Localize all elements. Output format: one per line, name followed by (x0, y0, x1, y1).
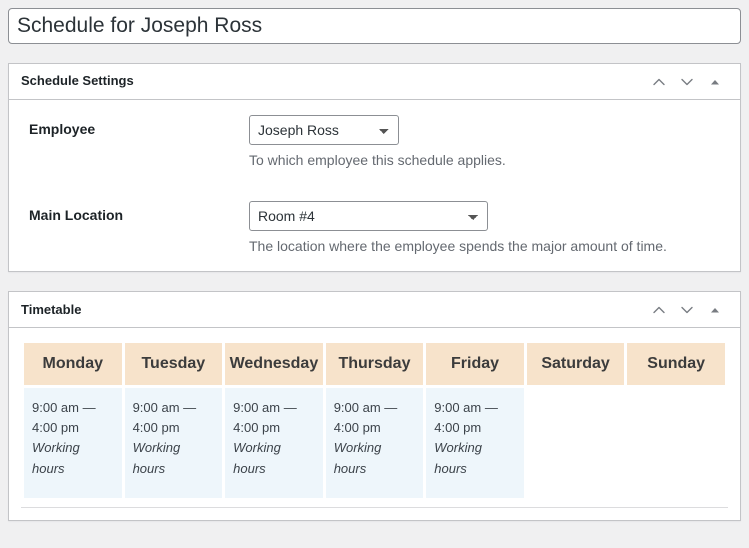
employee-select[interactable]: Joseph Ross (249, 115, 399, 145)
toggle-panel-icon[interactable] (702, 295, 728, 325)
schedule-settings-body: Employee Joseph Ross To which employee t… (9, 100, 740, 271)
timetable-col-saturday: Saturday (526, 343, 625, 386)
timetable-row: 9:00 am — 4:00 pm Working hours 9:00 am … (24, 388, 725, 499)
timetable-handle-actions (646, 295, 728, 325)
timetable-cell-friday[interactable]: 9:00 am — 4:00 pm Working hours (426, 388, 524, 499)
shift-label: Working hours (434, 440, 482, 476)
timetable-cell-thursday[interactable]: 9:00 am — 4:00 pm Working hours (325, 388, 424, 499)
shift-time: 9:00 am — 4:00 pm (32, 400, 96, 436)
shift-label: Working hours (132, 440, 181, 476)
timetable-header-row: Monday Tuesday Wednesday Thursday Friday… (24, 343, 725, 386)
timetable-cell-tuesday[interactable]: 9:00 am — 4:00 pm Working hours (124, 388, 223, 499)
field-label-main-location: Main Location (29, 206, 124, 223)
timetable-col-friday: Friday (426, 343, 524, 386)
schedule-settings-header: Schedule Settings (9, 64, 740, 100)
timetable-cell-saturday[interactable] (526, 388, 625, 499)
settings-form-table: Employee Joseph Ross To which employee t… (9, 100, 740, 271)
schedule-settings-title: Schedule Settings (21, 73, 134, 89)
timetable-cell-sunday[interactable] (627, 388, 725, 499)
employee-description: To which employee this schedule applies. (249, 152, 506, 168)
timetable-col-wednesday: Wednesday (225, 343, 323, 386)
timetable-header: Timetable (9, 292, 740, 329)
field-row-employee: Employee Joseph Ross To which employee t… (9, 100, 740, 186)
shift-time: 9:00 am — 4:00 pm (132, 400, 197, 436)
timetable-cell-wednesday[interactable]: 9:00 am — 4:00 pm Working hours (225, 388, 323, 499)
shift-label: Working hours (233, 440, 281, 476)
timetable-col-thursday: Thursday (325, 343, 424, 386)
move-up-icon[interactable] (646, 67, 672, 97)
timetable-col-monday: Monday (24, 343, 122, 386)
timetable-cell-monday[interactable]: 9:00 am — 4:00 pm Working hours (24, 388, 122, 499)
move-down-icon[interactable] (674, 295, 700, 325)
timetable-title: Timetable (21, 301, 82, 317)
shift-time: 9:00 am — 4:00 pm (233, 400, 297, 436)
toggle-panel-icon[interactable] (702, 67, 728, 97)
timetable-col-sunday: Sunday (627, 343, 725, 386)
move-down-icon[interactable] (674, 67, 700, 97)
field-row-main-location: Main Location Room #4 The location where… (9, 186, 740, 272)
field-label-employee: Employee (29, 121, 96, 137)
timetable-body: Monday Tuesday Wednesday Thursday Friday… (9, 328, 740, 520)
timetable-grid: Monday Tuesday Wednesday Thursday Friday… (21, 340, 728, 501)
shift-time: 9:00 am — 4:00 pm (333, 400, 398, 436)
schedule-settings-handle-actions (646, 67, 728, 97)
shift-label: Working hours (32, 440, 80, 476)
title-area (0, 0, 749, 44)
field-control-main-location: Room #4 The location where the employee … (239, 186, 740, 272)
post-title-input[interactable] (8, 8, 741, 44)
schedule-settings-panel: Schedule Settings Employee Joseph Ross T… (8, 63, 741, 273)
main-location-select[interactable]: Room #4 (249, 200, 488, 231)
main-location-description: The location where the employee spends t… (249, 237, 667, 254)
field-control-employee: Joseph Ross To which employee this sched… (239, 100, 740, 186)
timetable-col-tuesday: Tuesday (124, 343, 223, 386)
move-up-icon[interactable] (646, 295, 672, 325)
timetable-panel: Timetable Monday Tuesday Wednesday Thurs… (8, 291, 741, 522)
shift-label: Working hours (333, 440, 382, 476)
timetable-divider (21, 507, 728, 509)
shift-time: 9:00 am — 4:00 pm (434, 400, 498, 436)
